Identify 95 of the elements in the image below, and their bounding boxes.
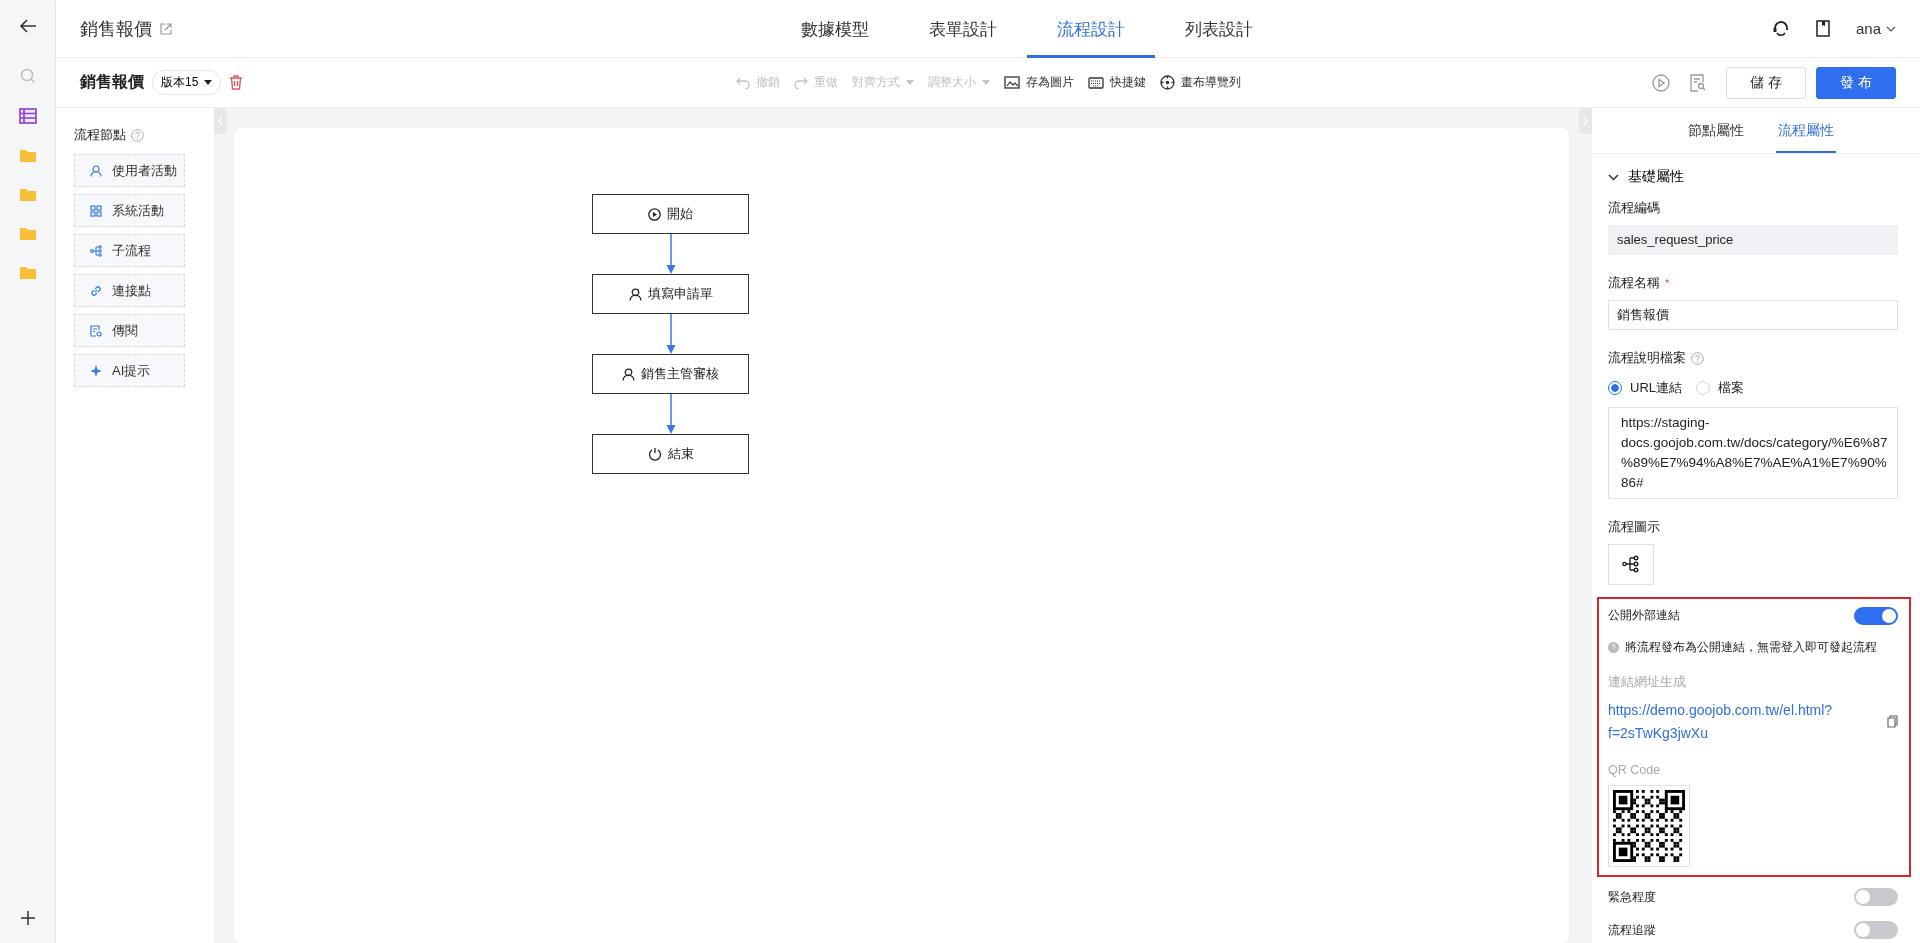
compass-icon	[1160, 75, 1175, 90]
keyboard-icon	[1088, 76, 1104, 89]
flow-arrow	[665, 394, 676, 434]
table-icon[interactable]	[18, 108, 37, 124]
collapse-handle-icon[interactable]	[214, 108, 227, 134]
help-icon[interactable]	[131, 128, 144, 142]
switch-label: 公開外部連結	[1608, 607, 1680, 625]
field-label: 流程圖示	[1608, 518, 1660, 536]
back-arrow-icon[interactable]	[18, 18, 37, 34]
url-textarea[interactable]: https://staging-docs.goojob.com.tw/docs/category/%E6%87%89%E7%94%A8%E7%AE%A1%E7%90%86#	[1608, 406, 1898, 499]
plus-icon[interactable]	[20, 911, 35, 925]
node-palette-item[interactable]: 使用者活動	[74, 154, 185, 187]
nav-tab[interactable]: 列表設計	[1155, 0, 1283, 58]
node-palette-item[interactable]: 子流程	[74, 234, 185, 267]
flow-arrow	[665, 314, 676, 354]
field-label: QR Code	[1608, 762, 1661, 777]
caret-icon	[982, 80, 990, 85]
code-field[interactable]: sales_request_price	[1608, 225, 1898, 255]
chevron-icon	[1608, 173, 1619, 181]
undo-icon	[736, 76, 750, 89]
folder-icon[interactable]	[18, 265, 37, 280]
caret-icon	[906, 80, 914, 85]
nav-tab[interactable]: 表單設計	[899, 0, 1027, 58]
external-link-icon[interactable]	[160, 22, 172, 35]
icon-picker[interactable]	[1608, 543, 1654, 585]
node-palette-item[interactable]: 傳閱	[74, 314, 185, 347]
flow-node[interactable]: 填寫申請單	[592, 274, 749, 314]
node-palette-item[interactable]: 系統活動	[74, 194, 185, 227]
play-icon[interactable]	[1652, 73, 1670, 92]
field-label: 流程編碼	[1608, 200, 1660, 217]
user-icon	[628, 287, 642, 301]
node-palette-item[interactable]: AI提示	[74, 354, 185, 387]
chevron-down-icon	[1886, 25, 1896, 32]
search-icon[interactable]	[19, 68, 36, 84]
folder-icon[interactable]	[18, 226, 37, 241]
required-mark: *	[1665, 277, 1670, 290]
help-icon	[1608, 641, 1619, 653]
toolbar-button[interactable]: 存為圖片	[1004, 74, 1074, 91]
flow-node[interactable]: 結束	[592, 434, 749, 474]
user-icon	[622, 367, 635, 381]
toolbar-button[interactable]: 快捷鍵	[1088, 74, 1146, 91]
app-title: 銷售報價	[80, 17, 152, 41]
version-select[interactable]: 版本15	[152, 70, 222, 95]
switch-label: 流程追蹤	[1608, 921, 1656, 939]
node-palette-item[interactable]: 連接點	[74, 274, 185, 307]
radio-option[interactable]: 檔案	[1696, 378, 1744, 397]
copy-icon[interactable]	[1887, 715, 1898, 729]
toggle-switch[interactable]	[1854, 921, 1898, 940]
panel-tab[interactable]: 節點屬性	[1686, 108, 1746, 153]
process-name: 銷售報價	[80, 72, 144, 92]
preview-icon[interactable]	[1690, 73, 1706, 92]
section-header[interactable]: 基礎屬性	[1608, 168, 1684, 186]
user-menu[interactable]: ana	[1855, 20, 1896, 37]
radio-button[interactable]	[1608, 380, 1622, 395]
flow-arrow	[665, 234, 676, 274]
switch-label: 緊急程度	[1608, 888, 1656, 906]
image-icon	[1004, 76, 1020, 89]
book-icon[interactable]	[1815, 20, 1830, 37]
grid-icon	[90, 204, 102, 217]
folder-icon[interactable]	[18, 148, 37, 163]
user-icon	[90, 164, 102, 177]
play-icon	[648, 207, 661, 221]
save-button[interactable]: 儲 存	[1726, 66, 1806, 99]
radio-option[interactable]: URL連結	[1608, 378, 1682, 397]
nav-tab[interactable]: 數據模型	[771, 0, 899, 58]
flow-node[interactable]: 開始	[592, 194, 749, 234]
name-field[interactable]: 銷售報價	[1608, 299, 1898, 330]
radio-label: URL連結	[1630, 378, 1682, 397]
radio-label: 檔案	[1718, 378, 1744, 397]
toggle-switch[interactable]	[1854, 606, 1898, 625]
help-icon[interactable]	[1691, 351, 1704, 365]
redo-icon	[794, 76, 808, 89]
folder-icon[interactable]	[18, 187, 37, 202]
flow-tree-icon	[1622, 555, 1640, 574]
trash-icon[interactable]	[229, 75, 244, 90]
palette-title: 流程節點	[74, 126, 126, 144]
power-icon	[647, 447, 662, 461]
hint-text: 將流程發布為公開連結，無需登入即可發起流程	[1625, 638, 1877, 656]
document-icon	[90, 324, 102, 337]
panel-tab[interactable]: 流程屬性	[1776, 108, 1836, 153]
field-label: 連結網址生成	[1608, 673, 1686, 691]
link-icon	[90, 284, 102, 297]
subflow-icon	[90, 244, 102, 257]
field-label: 流程說明檔案	[1608, 349, 1686, 367]
public-url-link[interactable]: https://demo.goojob.com.tw/el.html?f=2sTwKg3jwXu	[1608, 698, 1848, 745]
nav-tab[interactable]: 流程設計	[1027, 0, 1155, 58]
toolbar-button[interactable]: 畫布導覽列	[1160, 74, 1241, 91]
expand-handle-icon[interactable]	[1579, 108, 1592, 134]
field-label: 流程名稱	[1608, 274, 1660, 292]
sparkle-icon	[90, 364, 102, 377]
flow-node[interactable]: 銷售主管審核	[592, 354, 749, 394]
caret-icon	[204, 80, 213, 85]
publish-button[interactable]: 發 布	[1816, 66, 1896, 99]
headset-icon[interactable]	[1771, 19, 1790, 38]
toggle-switch[interactable]	[1854, 888, 1898, 907]
